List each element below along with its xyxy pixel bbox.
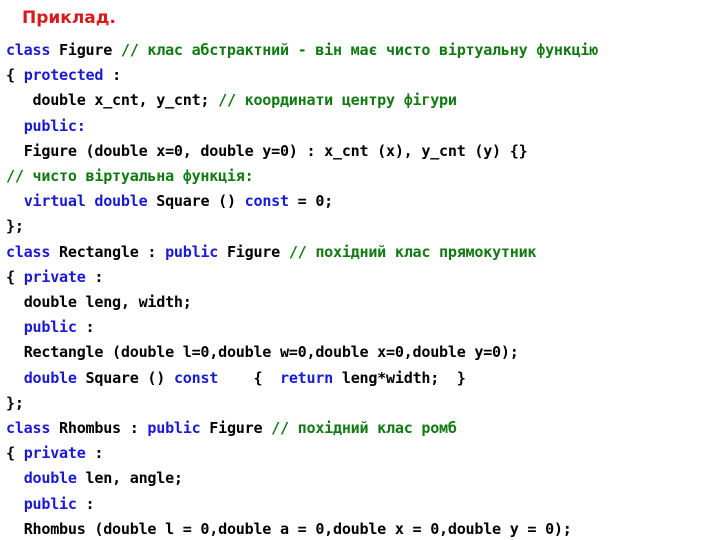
- code-text: Rhombus (double l = 0,double a = 0,doubl…: [6, 519, 572, 538]
- code-keyword: private: [23, 444, 86, 463]
- code-line: double x_cnt, y_cnt; // координати центр…: [6, 88, 720, 113]
- code-text: :: [76, 318, 95, 337]
- slide-title: Приклад.: [22, 8, 116, 28]
- code-line: };: [6, 391, 720, 416]
- code-keyword: const: [173, 368, 219, 387]
- code-line: };: [6, 214, 720, 239]
- code-text: :: [85, 267, 104, 286]
- code-text: len, angle;: [76, 469, 183, 488]
- code-line: double len, angle;: [6, 466, 720, 491]
- code-line: Figure (double x=0, double y=0) : x_cnt …: [6, 139, 720, 164]
- code-line: double leng, width;: [6, 290, 720, 315]
- code-keyword: double: [23, 368, 77, 387]
- code-line: public:: [6, 114, 720, 139]
- code-text: Rhombus :: [50, 419, 148, 438]
- code-text: double x_cnt, y_cnt;: [6, 91, 219, 110]
- code-line: { protected :: [6, 63, 720, 88]
- code-line: class Figure // клас абстрактний - він м…: [6, 38, 720, 63]
- code-line: Rhombus (double l = 0,double a = 0,doubl…: [6, 517, 720, 540]
- code-keyword: private: [23, 267, 86, 286]
- code-keyword: public: [147, 419, 201, 438]
- code-text: Rectangle (double l=0,double w=0,double …: [6, 343, 519, 362]
- code-text: leng*width; }: [333, 368, 466, 387]
- code-line: // чисто віртуальна функція:: [6, 164, 720, 189]
- code-text: double leng, width;: [6, 293, 192, 312]
- code-text: {: [6, 444, 24, 463]
- code-text: Figure: [200, 419, 272, 438]
- code-comment: // чисто віртуальна функція:: [6, 167, 254, 186]
- code-line: public :: [6, 315, 720, 340]
- code-comment: // координати центру фігури: [218, 91, 457, 110]
- code-line: virtual double Square () const = 0;: [6, 189, 720, 214]
- code-text: };: [6, 217, 24, 236]
- code-comment: // клас абстрактний - він має чисто вірт…: [120, 41, 599, 59]
- code-text: Square (): [147, 192, 245, 211]
- code-keyword: public: [23, 318, 77, 337]
- code-text: Figure: [50, 41, 121, 59]
- code-keyword: virtual double: [23, 192, 148, 211]
- code-line: public :: [6, 492, 720, 517]
- code-text: Figure (double x=0, double y=0) : x_cnt …: [6, 141, 528, 160]
- code-block: class Figure // клас абстрактний - він м…: [6, 38, 720, 540]
- code-comment: // похідний клас прямокутник: [288, 242, 537, 261]
- code-keyword: public: [165, 242, 219, 261]
- code-text: {: [218, 368, 280, 387]
- code-line: { private :: [6, 441, 720, 466]
- code-line: double Square () const { return leng*wid…: [6, 366, 720, 391]
- code-keyword: double: [23, 469, 77, 488]
- code-keyword: class: [6, 41, 51, 59]
- code-keyword: protected: [23, 66, 104, 85]
- code-text: };: [6, 393, 24, 412]
- code-text: Figure: [218, 242, 289, 261]
- slide-canvas: Приклад. class Figure // клас абстрактни…: [0, 0, 720, 540]
- code-text: Square (): [76, 368, 174, 387]
- code-text: {: [6, 267, 24, 286]
- code-line: class Rectangle : public Figure // похід…: [6, 240, 720, 265]
- code-keyword: class: [6, 419, 51, 438]
- code-line: class Rhombus : public Figure // похідни…: [6, 416, 720, 441]
- code-text: :: [103, 66, 121, 85]
- code-keyword: class: [6, 242, 51, 261]
- code-line: { private :: [6, 265, 720, 290]
- code-keyword: const: [244, 192, 289, 211]
- code-keyword: public:: [23, 116, 86, 135]
- code-text: Rectangle :: [50, 242, 166, 261]
- code-text: {: [6, 66, 24, 85]
- code-line: Rectangle (double l=0,double w=0,double …: [6, 340, 720, 365]
- code-text: :: [76, 494, 95, 513]
- code-text: = 0;: [288, 192, 334, 211]
- code-comment: // похідний клас ромб: [271, 419, 457, 438]
- code-text: :: [85, 444, 104, 463]
- code-keyword: return: [280, 368, 334, 387]
- code-keyword: public: [23, 494, 77, 513]
